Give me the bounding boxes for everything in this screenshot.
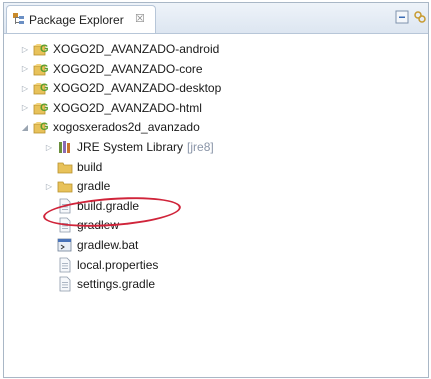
tab-package-explorer[interactable]: Package Explorer ☒ (6, 5, 156, 33)
project-xogo2d-avanzado-android[interactable]: ▷ G XOGO2D_AVANZADO-android (20, 40, 219, 58)
gradle-project-icon: G (33, 119, 49, 135)
tree-item-label: build (77, 159, 103, 174)
link-with-editor-icon[interactable] (413, 10, 427, 24)
package-explorer-icon (13, 13, 24, 24)
collapsed-twisty-icon[interactable]: ▷ (44, 138, 54, 156)
library-icon (57, 139, 73, 155)
svg-text:G: G (40, 43, 49, 55)
collapse-all-icon[interactable] (395, 10, 409, 24)
project-xogo2d-avanzado-html[interactable]: ▷ G XOGO2D_AVANZADO-html (20, 99, 202, 117)
svg-text:G: G (40, 63, 49, 75)
view-title: Package Explorer (29, 13, 124, 27)
folder-icon (57, 159, 73, 175)
close-icon[interactable]: ☒ (135, 12, 145, 25)
bat-file-icon (57, 237, 73, 253)
tree-item-gradle[interactable]: ▷ gradle (44, 177, 110, 195)
tree-item-label: settings.gradle (77, 277, 156, 292)
svg-text:G: G (40, 102, 49, 114)
tree-item-gradlew-bat[interactable]: gradlew.bat (44, 236, 138, 254)
tree-item-label: xogosxerados2d_avanzado (53, 120, 200, 135)
gradle-project-icon: G (33, 41, 49, 57)
tree-item-label: JRE System Library (77, 140, 184, 154)
file-icon (57, 276, 73, 292)
tree-item-build[interactable]: build (44, 158, 102, 176)
gradle-project-icon: G (33, 80, 49, 96)
package-explorer-view: Package Explorer ☒ ▷ G XOGO2D_AVANZADO-and… (3, 2, 429, 378)
project-xogo2d-avanzado-core[interactable]: ▷ G XOGO2D_AVANZADO-core (20, 60, 203, 78)
gradle-project-icon: G (33, 61, 49, 77)
tree-item-label: gradlew.bat (77, 238, 139, 252)
svg-text:G: G (40, 121, 49, 133)
tree-item-settings-gradle[interactable]: settings.gradle (44, 275, 155, 293)
folder-icon (57, 178, 73, 194)
tree-item-label: gradle (77, 179, 111, 194)
collapsed-twisty-icon[interactable]: ▷ (20, 60, 30, 78)
view-tab-bar: Package Explorer ☒ (4, 3, 428, 34)
library-version-label: [jre8] (187, 140, 214, 154)
svg-text:G: G (40, 82, 49, 94)
collapsed-twisty-icon[interactable]: ▷ (20, 40, 30, 58)
expanded-twisty-icon[interactable]: ◢ (20, 118, 30, 136)
collapsed-twisty-icon[interactable]: ▷ (20, 79, 30, 97)
tree-item-label: XOGO2D_AVANZADO-android (53, 42, 220, 56)
tree-item-label: XOGO2D_AVANZADO-desktop (53, 81, 222, 96)
collapsed-twisty-icon[interactable]: ▷ (44, 177, 54, 195)
gradle-project-icon: G (33, 100, 49, 116)
tree-item-local-properties[interactable]: local.properties (44, 256, 158, 274)
project-xogo2d-avanzado-desktop[interactable]: ▷ G XOGO2D_AVANZADO-desktop (20, 79, 221, 97)
tree-item-label: local.properties (77, 257, 159, 272)
tree-item-label: XOGO2D_AVANZADO-html (53, 100, 202, 115)
collapsed-twisty-icon[interactable]: ▷ (20, 99, 30, 117)
tree-item-label: XOGO2D_AVANZADO-core (53, 61, 203, 76)
file-icon (57, 257, 73, 273)
tree-item-jre-system-library[interactable]: ▷ JRE System Library [jre8] (44, 138, 214, 156)
project-xogosxerados2d-avanzado[interactable]: ◢ Gxogosxerados2d_avanzado (20, 118, 200, 136)
